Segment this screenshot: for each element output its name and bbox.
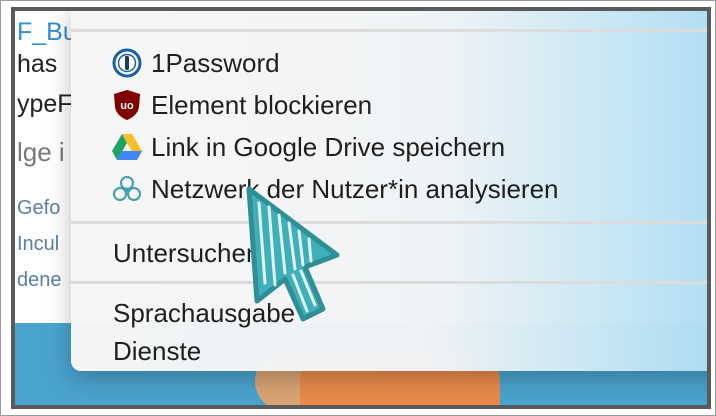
mouse-pointer-icon: [241, 183, 361, 348]
background-heading: lge i: [17, 137, 65, 167]
1password-icon: [111, 47, 143, 79]
menu-item-google-drive[interactable]: Link in Google Drive speichern: [111, 127, 505, 167]
menu-item-dienste[interactable]: Dienste: [113, 331, 201, 371]
menu-item-1password[interactable]: 1Password: [111, 43, 280, 83]
menu-item-label: 1Password: [151, 47, 280, 78]
menu-item-label: Link in Google Drive speichern: [151, 131, 506, 162]
context-menu: 1Password uo Element blockieren Link in …: [71, 11, 707, 371]
google-drive-icon: [111, 131, 143, 163]
menu-item-label: Dienste: [113, 335, 202, 366]
background-text-line: has: [17, 50, 58, 78]
background-small-text: Gefo: [17, 197, 61, 219]
screenshot-frame: F_Bu has ypeF lge i Gefo Incul dene 1Pas…: [0, 0, 716, 416]
menu-item-label: Untersuchen: [113, 237, 261, 268]
svg-text:uo: uo: [120, 100, 134, 112]
menu-separator: [71, 29, 707, 32]
menu-separator: [71, 221, 707, 224]
background-small-text: Incul: [17, 233, 60, 255]
menu-item-untersuchen[interactable]: Untersuchen: [113, 233, 260, 273]
background-link-fragment[interactable]: F_Bu: [17, 17, 77, 47]
menu-item-label: Element blockieren: [151, 89, 373, 120]
ublock-origin-icon: uo: [111, 89, 143, 121]
background-small-text: dene: [17, 269, 62, 291]
browser-viewport: F_Bu has ypeF lge i Gefo Incul dene 1Pas…: [15, 11, 707, 405]
menu-separator: [71, 281, 707, 284]
menu-item-element-blockieren[interactable]: uo Element blockieren: [111, 85, 372, 125]
network-analysis-icon: [111, 173, 143, 205]
background-text-line: ypeF: [17, 90, 73, 118]
